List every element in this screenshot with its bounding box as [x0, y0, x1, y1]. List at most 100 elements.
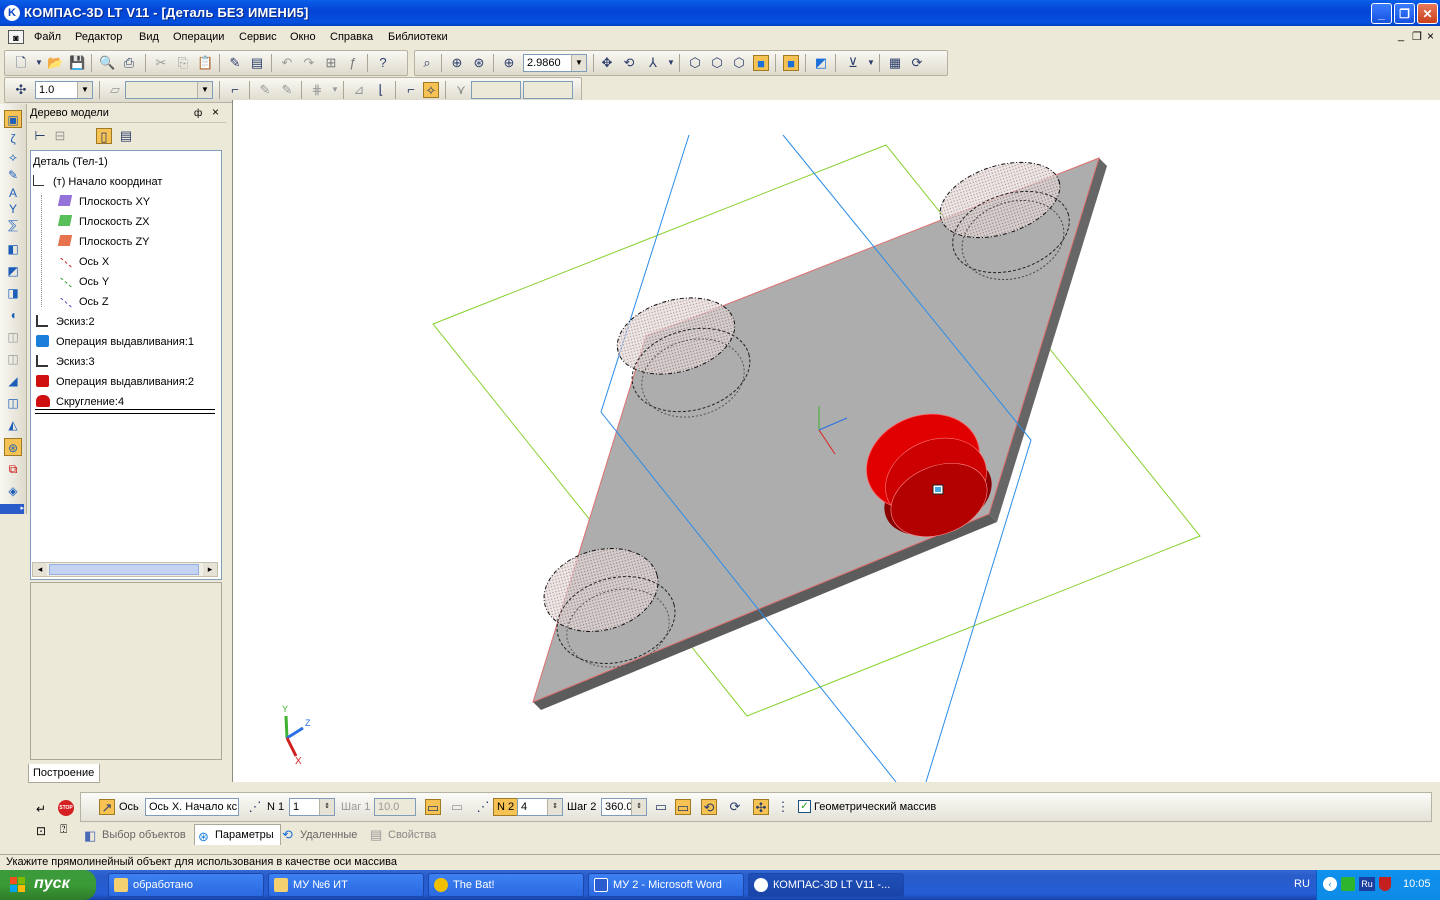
hidden-thin-icon[interactable]: ⬡	[731, 55, 747, 71]
axis-field[interactable]: Ось X. Начало кс	[145, 798, 239, 816]
layer-icon[interactable]: ▱	[107, 82, 123, 98]
menu-service[interactable]: Сервис	[239, 31, 277, 43]
tree-item[interactable]: Ось Z	[79, 296, 109, 308]
extrude-icon[interactable]: ◧	[4, 240, 22, 258]
n1-icon[interactable]: ⋰	[247, 799, 263, 815]
tree-item[interactable]: Плоскость ZX	[79, 216, 150, 228]
tree-item[interactable]: (т) Начало координат	[53, 176, 162, 188]
edit-details-icon[interactable]: ▣	[4, 110, 22, 128]
create-object-icon[interactable]: ↵	[36, 802, 46, 816]
tree-item[interactable]: Ось Y	[79, 276, 109, 288]
grid-dropdown-icon[interactable]: ▼	[327, 82, 343, 98]
task-kompas[interactable]: КОМПАС-3D LT V11 -...	[748, 873, 904, 897]
orthogonal-icon[interactable]: ⌊	[373, 82, 389, 98]
selection-icon[interactable]: ⅀	[4, 216, 22, 234]
tab-construction[interactable]: Построение	[28, 764, 100, 783]
function-icon[interactable]: ƒ	[345, 55, 361, 71]
new-doc-icon[interactable]: 🗋	[13, 55, 29, 71]
print-preview-icon[interactable]: 🔍	[99, 55, 115, 71]
menu-help[interactable]: Справка	[330, 31, 373, 43]
tree-item[interactable]: Операция выдавливания:2	[56, 376, 194, 388]
save-icon[interactable]: 💾	[69, 55, 85, 71]
menu-view[interactable]: Вид	[139, 31, 159, 43]
step1-input[interactable]: 10.0	[374, 798, 416, 816]
tree-item[interactable]: Ось X	[79, 256, 109, 268]
copy-icon[interactable]: ⎘	[175, 55, 191, 71]
tab-parameters[interactable]: ⊛ Параметры	[194, 824, 281, 845]
edit-sketch-icon[interactable]: ✎	[257, 82, 273, 98]
3d-viewport[interactable]: Y Z X	[232, 100, 1440, 782]
n1-spin-icon[interactable]: ⇕	[319, 799, 334, 815]
loft-icon[interactable]: ◖	[4, 306, 22, 324]
tree-horizontal-scrollbar[interactable]: ◂ ▸	[32, 562, 218, 577]
coord-y-field[interactable]	[523, 81, 573, 99]
tree-details-icon[interactable]: ▯	[96, 128, 112, 144]
scroll-left-icon[interactable]: ◂	[33, 563, 47, 576]
n2-spin-icon[interactable]: ⇕	[547, 799, 562, 815]
menu-file[interactable]: Файл	[34, 31, 61, 43]
properties-icon[interactable]: ▦	[887, 55, 903, 71]
halftone-edges-icon[interactable]: ■	[783, 55, 799, 71]
hidden-lines-icon[interactable]: ⬡	[709, 55, 725, 71]
auxiliary-geometry-icon[interactable]: ◈	[4, 482, 22, 500]
doc-minimize-button[interactable]: _	[1398, 30, 1404, 42]
geometric-array-checkbox[interactable]: ✓	[798, 800, 811, 813]
kinematic-icon[interactable]: ◨	[4, 284, 22, 302]
halftone-icon[interactable]: ■	[753, 55, 769, 71]
rotate-op-icon[interactable]: ◩	[4, 262, 22, 280]
step2-spin-icon[interactable]: ⇕	[631, 799, 646, 815]
redo-icon[interactable]: ↷	[301, 55, 317, 71]
geometry-icon[interactable]: ζ	[4, 130, 22, 148]
tab-properties[interactable]: ▤ Свойства	[368, 826, 436, 844]
chevron-down-icon[interactable]: ▼	[77, 82, 92, 98]
new-dropdown-icon[interactable]: ▼	[31, 55, 47, 71]
pin-icon[interactable]: ф	[194, 105, 202, 122]
document-manager-icon[interactable]: ▤	[249, 55, 265, 71]
zoom-in-icon[interactable]: ⊕	[449, 55, 465, 71]
tree-link-icon[interactable]: ⋮	[775, 799, 791, 815]
menu-editor[interactable]: Редактор	[75, 31, 122, 43]
step2-input[interactable]: 360.0 ⇕	[601, 798, 647, 816]
step2-alt-icon[interactable]: ▭	[675, 799, 691, 815]
tree-item[interactable]: Эскиз:2	[56, 316, 95, 328]
minimize-button[interactable]: _	[1371, 3, 1392, 24]
tree-structure-icon[interactable]: ⊢	[32, 128, 48, 144]
coords-icon[interactable]: ⋎	[453, 82, 469, 98]
window-title-bar[interactable]: K КОМПАС-3D LT V11 - [Деталь БЕЗ ИМЕНИ5]…	[0, 0, 1440, 26]
tree-order-icon[interactable]: ⊟	[52, 128, 68, 144]
expand-panel-icon[interactable]: ▸	[0, 504, 24, 514]
scroll-thumb[interactable]	[49, 564, 199, 575]
rotate-instances-icon[interactable]: ⟳	[727, 799, 743, 815]
step1-alt-icon[interactable]: ▭	[449, 799, 465, 815]
task-thebat[interactable]: The Bat!	[428, 873, 584, 897]
chevron-down-icon[interactable]: ▼	[571, 55, 586, 71]
grid-icon[interactable]: ⋕	[309, 82, 325, 98]
perspective-icon[interactable]: ◩	[813, 55, 829, 71]
array-icon[interactable]: ⊛	[4, 438, 22, 456]
auto-create-icon[interactable]: ⊡	[36, 824, 46, 838]
array-object-icon[interactable]: ✣	[753, 799, 769, 815]
rollback-bar[interactable]	[35, 409, 215, 414]
rib-icon[interactable]: ◭	[4, 416, 22, 434]
undo-icon[interactable]: ↶	[279, 55, 295, 71]
paste-icon[interactable]: 📋	[197, 55, 213, 71]
tab-select-objects[interactable]: ◧ Выбор объектов	[82, 826, 190, 844]
pan-icon[interactable]: ✥	[599, 55, 615, 71]
n2-input[interactable]: 4 ⇕	[517, 798, 563, 816]
rotate-icon[interactable]: ⟲	[621, 55, 637, 71]
tree-item[interactable]: Деталь (Тел-1)	[33, 156, 108, 168]
chevron-down-icon[interactable]: ▼	[197, 82, 212, 98]
cut-icon[interactable]: ✂	[153, 55, 169, 71]
filter-icon[interactable]: ⊻	[845, 55, 861, 71]
axis-select-icon[interactable]: ↗	[99, 799, 115, 815]
dimensions-icon[interactable]: ⟡	[4, 148, 22, 166]
annotations-icon[interactable]: ✎	[4, 166, 22, 184]
tray-network-icon[interactable]	[1341, 877, 1355, 891]
parametric-icon[interactable]: ✎	[279, 82, 295, 98]
tree-show-icon[interactable]: ▤	[118, 128, 134, 144]
fillet-icon[interactable]: ◢	[4, 372, 22, 390]
menu-libraries[interactable]: Библиотеки	[388, 31, 448, 43]
menu-operations[interactable]: Операции	[173, 31, 224, 43]
task-obrabotano[interactable]: обработано	[108, 873, 264, 897]
layer-combo[interactable]: ▼	[125, 81, 213, 99]
